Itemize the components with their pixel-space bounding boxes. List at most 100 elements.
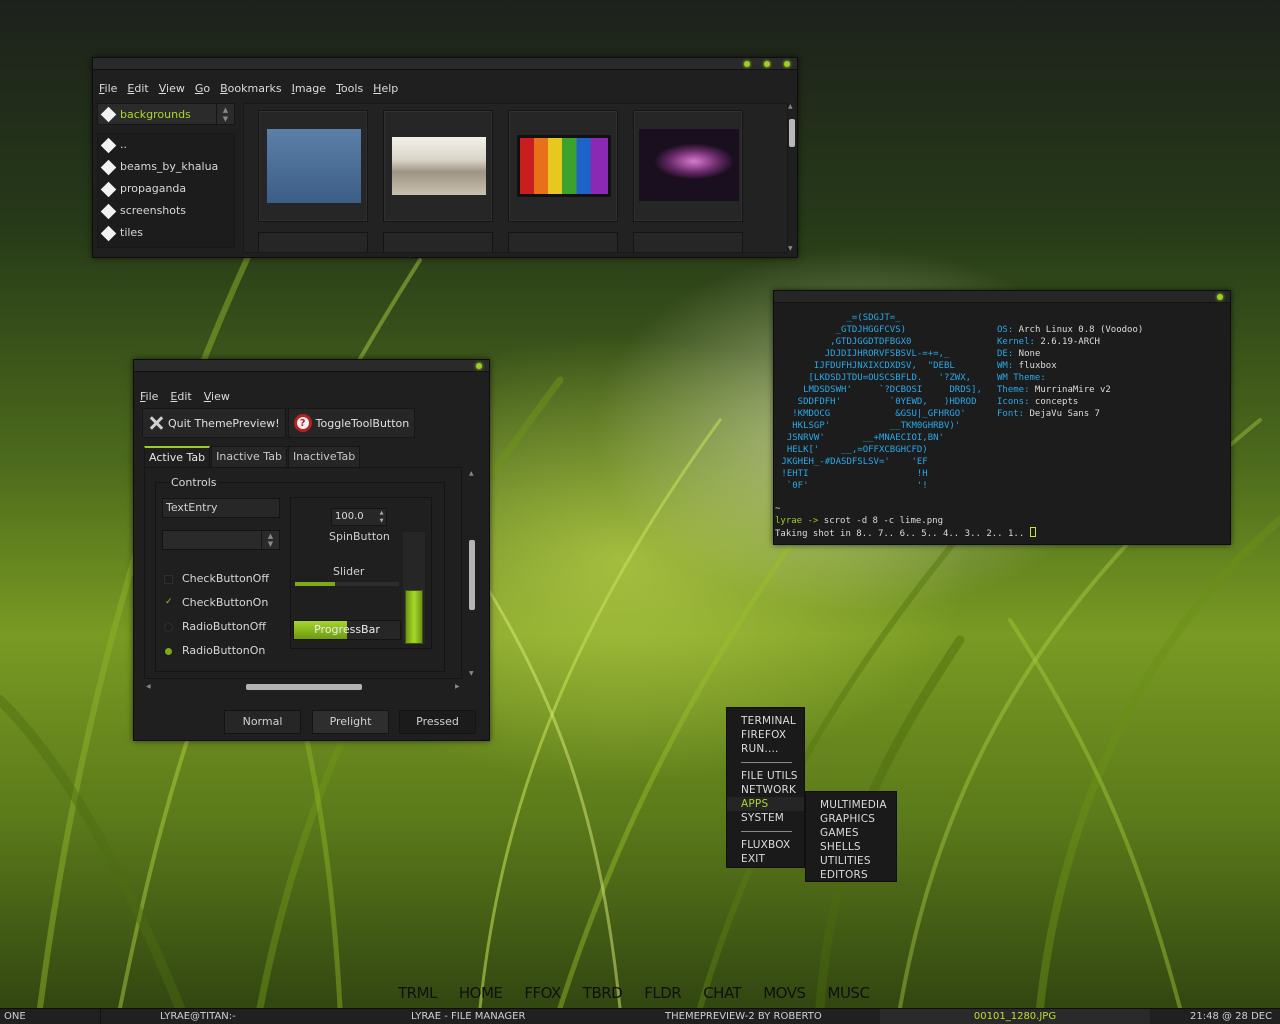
folder-icon: [100, 225, 117, 242]
tab-inactive[interactable]: Inactive Tab: [211, 446, 287, 468]
menu-go[interactable]: Go: [195, 82, 210, 95]
image-thumbnail[interactable]: [508, 232, 618, 252]
maximize-button[interactable]: [764, 61, 770, 67]
prelight-button[interactable]: Prelight: [312, 710, 389, 734]
menu-item-apps[interactable]: APPS: [727, 797, 804, 811]
menu-item-network[interactable]: NETWORK: [727, 783, 804, 797]
task-theme-preview[interactable]: THEMEPREVIEW-2 BY ROBERTO: [665, 1009, 822, 1024]
menu-bookmarks[interactable]: Bookmarks: [220, 82, 281, 95]
scroll-up-icon[interactable]: ▲: [469, 470, 474, 477]
image-thumbnail[interactable]: [258, 110, 368, 222]
folder-item[interactable]: propaganda: [98, 178, 234, 200]
submenu-item-multimedia[interactable]: MULTIMEDIA: [806, 798, 896, 812]
text-entry-field[interactable]: TextEntry: [162, 498, 280, 518]
thumbnail-scrollbar[interactable]: ▲ ▼: [788, 103, 796, 253]
checkbutton-off[interactable]: CheckButtonOff: [164, 570, 269, 588]
launcher-ffox[interactable]: FFOX: [524, 984, 561, 1002]
scrollbar-thumb[interactable]: [469, 540, 475, 610]
close-button[interactable]: [784, 61, 790, 67]
close-button[interactable]: [1217, 294, 1223, 300]
toggle-tool-button[interactable]: ? ToggleToolButton: [287, 408, 416, 438]
menu-item-exit[interactable]: EXIT: [727, 852, 804, 866]
file-manager-window[interactable]: File Edit View Go Bookmarks Image Tools …: [92, 57, 798, 258]
launcher-fldr[interactable]: FLDR: [644, 984, 681, 1002]
menu-image[interactable]: Image: [292, 82, 326, 95]
radiobutton-off[interactable]: RadioButtonOff: [164, 618, 266, 636]
launcher-chat[interactable]: CHAT: [703, 984, 742, 1002]
image-thumbnail[interactable]: [633, 110, 743, 222]
menu-item-system[interactable]: SYSTEM: [727, 811, 804, 825]
tab-inactive-2[interactable]: InactiveTab: [287, 446, 361, 468]
close-button[interactable]: [476, 363, 482, 369]
launcher-home[interactable]: HOME: [459, 984, 503, 1002]
submenu-item-shells[interactable]: SHELLS: [806, 840, 896, 854]
launcher-tbrd[interactable]: TBRD: [583, 984, 623, 1002]
location-combo[interactable]: backgrounds ▲ ▼: [97, 103, 235, 125]
thumbnail-grid: [243, 103, 788, 253]
folder-item[interactable]: tiles: [98, 222, 234, 244]
menu-item-fluxbox[interactable]: FLUXBOX: [727, 838, 804, 852]
scroll-up-icon[interactable]: ▲: [788, 103, 793, 110]
tab-active[interactable]: Active Tab: [144, 446, 211, 468]
menu-edit[interactable]: Edit: [127, 82, 148, 95]
theme-preview-titlebar[interactable]: [134, 360, 489, 372]
submenu-item-games[interactable]: GAMES: [806, 826, 896, 840]
menu-tools[interactable]: Tools: [336, 82, 363, 95]
task-file-manager[interactable]: LYRAE - FILE MANAGER: [411, 1009, 525, 1024]
image-thumbnail[interactable]: [383, 110, 493, 222]
vertical-scale[interactable]: [403, 532, 425, 644]
menu-item-terminal[interactable]: TERMINAL: [727, 714, 804, 728]
task-image-viewer[interactable]: 00101_1280.JPG: [880, 1009, 1150, 1024]
submenu-item-graphics[interactable]: GRAPHICS: [806, 812, 896, 826]
submenu-item-utilities[interactable]: UTILITIES: [806, 854, 896, 868]
image-thumbnail[interactable]: [633, 232, 743, 252]
scrollbar-thumb[interactable]: [789, 119, 795, 147]
scroll-right-icon[interactable]: ▶: [455, 683, 460, 690]
slider-label: Slider: [333, 565, 365, 578]
scroll-left-icon[interactable]: ◀: [146, 683, 151, 690]
folder-item[interactable]: screenshots: [98, 200, 234, 222]
vertical-scrollbar[interactable]: ▲ ▼: [467, 470, 477, 678]
menu-view[interactable]: View: [159, 82, 185, 95]
pressed-button[interactable]: Pressed: [399, 710, 476, 734]
folder-tree: .. beams_by_khalua propaganda screenshot…: [97, 133, 235, 248]
image-thumbnail[interactable]: [508, 110, 618, 222]
minimize-button[interactable]: [744, 61, 750, 67]
horizontal-scrollbar[interactable]: ◀ ▶: [144, 683, 464, 691]
task-terminal[interactable]: LYRAE@TITAN:-: [160, 1009, 236, 1024]
checkbutton-on[interactable]: ✓ CheckButtonOn: [164, 594, 268, 612]
image-thumbnail[interactable]: [258, 232, 368, 252]
image-thumbnail[interactable]: [383, 232, 493, 252]
normal-button[interactable]: Normal: [224, 710, 301, 734]
arch-logo-ascii: _=(SDGJT=_ _GTDJHGGFCVS) ,GTDJGGDTDFBGX0…: [781, 313, 982, 491]
spin-button[interactable]: 100.0 ▲ ▼: [331, 508, 387, 526]
scroll-down-icon[interactable]: ▼: [469, 670, 474, 677]
menu-edit[interactable]: Edit: [170, 390, 191, 403]
scrollbar-thumb[interactable]: [246, 684, 362, 690]
file-manager-titlebar[interactable]: [93, 58, 797, 70]
menu-file[interactable]: File: [99, 82, 117, 95]
theme-preview-window[interactable]: File Edit View Quit ThemePreview! ? Togg…: [133, 359, 490, 741]
workspace-name[interactable]: ONE: [4, 1009, 26, 1024]
quit-button[interactable]: Quit ThemePreview!: [142, 408, 286, 438]
menu-item-file-utils[interactable]: FILE UTILS: [727, 769, 804, 783]
submenu-item-editors[interactable]: EDITORS: [806, 868, 896, 882]
terminal-prompt[interactable]: ~ lyrae -> scrot -d 8 -c lime.png Taking…: [775, 503, 1036, 540]
radiobutton-on[interactable]: RadioButtonOn: [164, 642, 265, 660]
menu-file[interactable]: File: [140, 390, 158, 403]
folder-item[interactable]: beams_by_khalua: [98, 156, 234, 178]
launcher-musc[interactable]: MUSC: [828, 984, 870, 1002]
menu-item-firefox[interactable]: FIREFOX: [727, 728, 804, 742]
horizontal-slider[interactable]: [295, 582, 399, 586]
folder-item[interactable]: ..: [98, 134, 234, 156]
menu-help[interactable]: Help: [373, 82, 398, 95]
spin-arrows-icon[interactable]: ▲ ▼: [377, 509, 386, 525]
launcher-trml[interactable]: TRML: [398, 984, 437, 1002]
combo-box[interactable]: ▲ ▼: [162, 530, 280, 550]
launcher-movs[interactable]: MOVS: [763, 984, 806, 1002]
scroll-down-icon[interactable]: ▼: [788, 245, 793, 252]
terminal-window[interactable]: _=(SDGJT=_ _GTDJHGGFCVS) ,GTDJGGDTDFBGX0…: [773, 290, 1231, 545]
menu-item-run[interactable]: RUN....: [727, 742, 804, 756]
menu-view[interactable]: View: [204, 390, 230, 403]
terminal-titlebar[interactable]: [774, 291, 1230, 303]
